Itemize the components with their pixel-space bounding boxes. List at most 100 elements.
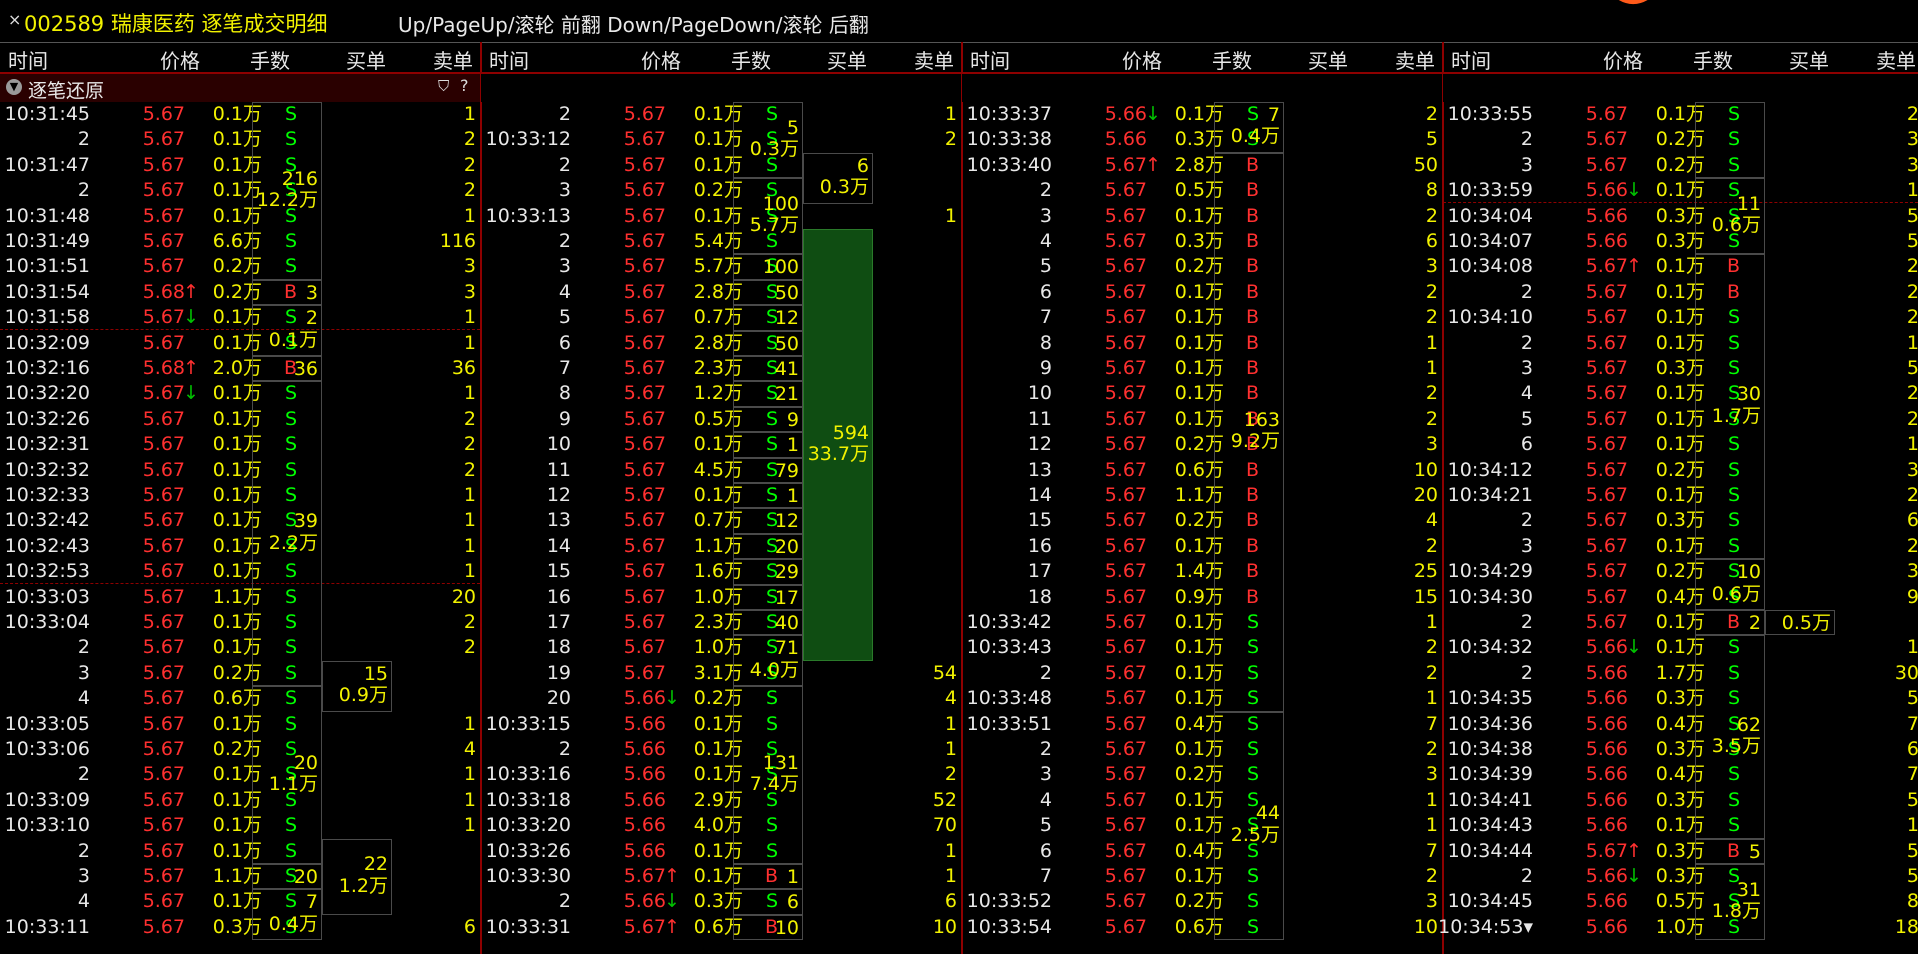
- table-row[interactable]: 10:32:32 5.67 0.1万 S 2: [0, 458, 480, 483]
- table-row[interactable]: 14 5.67 1.1万 B 20: [962, 483, 1442, 508]
- table-row[interactable]: 2 5.66 0.1万 S 1: [481, 737, 961, 762]
- table-row[interactable]: 7 5.67 0.1万 S 2: [962, 864, 1442, 889]
- table-row[interactable]: 10:33:20 5.66 4.0万 S 70: [481, 813, 961, 838]
- chevron-down-icon[interactable]: ▼: [6, 79, 22, 95]
- buy-order-group[interactable]: 40: [733, 610, 803, 636]
- buy-order-group[interactable]: 20 1.1万: [252, 686, 322, 864]
- table-row[interactable]: 10:34:35 5.66 0.3万 S 5: [1443, 686, 1918, 711]
- buy-order-group[interactable]: [1695, 102, 1765, 179]
- buy-order-group[interactable]: 10 0.6万: [1695, 559, 1765, 610]
- table-row[interactable]: 3 5.67 0.2万 S 3: [1443, 153, 1918, 178]
- table-row[interactable]: 2 5.67 0.1万 S 2: [0, 635, 480, 660]
- table-row[interactable]: 6 5.67 0.1万 B 2: [962, 280, 1442, 305]
- column-header-price[interactable]: 价格: [160, 45, 200, 74]
- column-header-time[interactable]: 时间: [1451, 45, 1491, 74]
- buy-order-group[interactable]: 2: [1695, 610, 1765, 636]
- table-row[interactable]: 10 5.67 0.1万 S: [481, 432, 961, 457]
- table-row[interactable]: 18 5.67 1.0万 S: [481, 635, 961, 660]
- buy-order-group[interactable]: 3: [252, 279, 322, 306]
- table-row[interactable]: 10:34:36 5.66 0.4万 S 7: [1443, 712, 1918, 737]
- buy-order-group[interactable]: 17: [733, 584, 803, 610]
- table-row[interactable]: 10:34:45 5.66 0.5万 S 8: [1443, 889, 1918, 914]
- close-icon[interactable]: ×: [8, 10, 21, 29]
- table-row[interactable]: 15 5.67 0.2万 B 4: [962, 508, 1442, 533]
- column-header-time[interactable]: 时间: [489, 45, 529, 74]
- table-row[interactable]: 17 5.67 2.3万 S: [481, 610, 961, 635]
- table-row[interactable]: 5 5.67 0.1万 S 2: [1443, 407, 1918, 432]
- table-row[interactable]: 12 5.67 0.2万 B 3: [962, 432, 1442, 457]
- table-row[interactable]: 10:33:11 5.67 0.3万 S 6: [0, 915, 480, 940]
- table-row[interactable]: 10:34:21 5.67 0.1万 S 2: [1443, 483, 1918, 508]
- table-row[interactable]: 3 5.67 0.2万 S: [481, 178, 961, 203]
- column-header-buy[interactable]: 买单: [1308, 45, 1348, 74]
- table-row[interactable]: 10:31:48 5.67 0.1万 S 1: [0, 204, 480, 229]
- table-row[interactable]: 10:31:45 5.67 0.1万 S 1: [0, 102, 480, 127]
- buy-order-group[interactable]: 62 3.5万: [1695, 635, 1765, 839]
- table-row[interactable]: 2 5.67 0.2万 S 3: [1443, 127, 1918, 152]
- table-row[interactable]: 4 5.67 0.6万 S: [0, 686, 480, 711]
- table-row[interactable]: 3 5.67 0.3万 S 5: [1443, 356, 1918, 381]
- table-row[interactable]: 2 5.67 5.4万 S: [481, 229, 961, 254]
- table-row[interactable]: 10:31:54 ↑ 5.68 0.2万 B 3: [0, 280, 480, 305]
- column-header-buy[interactable]: 买单: [1789, 45, 1829, 74]
- table-row[interactable]: 10:33:55 5.67 0.1万 S 2: [1443, 102, 1918, 127]
- table-row[interactable]: 9 5.67 0.5万 S: [481, 407, 961, 432]
- table-row[interactable]: 10:34:32 ↓ 5.66 0.1万 S 1: [1443, 635, 1918, 660]
- table-row[interactable]: 10:34:38 5.66 0.3万 S 6: [1443, 737, 1918, 762]
- buy-order-group[interactable]: 163 9.2万: [1214, 152, 1284, 712]
- table-row[interactable]: 10:33:06 5.67 0.2万 S 4: [0, 737, 480, 762]
- table-row[interactable]: 10:33:52 5.67 0.2万 S 3: [962, 889, 1442, 914]
- table-row[interactable]: 5 5.67 0.7万 S: [481, 305, 961, 330]
- table-row[interactable]: 10:33:16 5.66 0.1万 S 2: [481, 762, 961, 787]
- table-row[interactable]: 4 5.67 0.1万 S 1: [962, 788, 1442, 813]
- table-row[interactable]: 2 5.66 1.7万 S 30: [1443, 661, 1918, 686]
- table-row[interactable]: 18 5.67 0.9万 B 15: [962, 585, 1442, 610]
- buy-order-group[interactable]: 29: [733, 559, 803, 585]
- table-row[interactable]: 10:34:53▾ 5.66 1.0万 S 18: [1438, 915, 1918, 940]
- table-row[interactable]: 10:31:47 5.67 0.1万 S 2: [0, 153, 480, 178]
- column-header-time[interactable]: 时间: [8, 45, 48, 74]
- table-row[interactable]: 2 ↓ 5.66 0.3万 S 5: [1443, 864, 1918, 889]
- table-row[interactable]: 2 5.67 0.1万 S 1: [481, 102, 961, 127]
- buy-order-group[interactable]: 1: [733, 864, 803, 890]
- table-row[interactable]: 7 5.67 2.3万 S: [481, 356, 961, 381]
- table-row[interactable]: 2 5.67 0.1万 S: [481, 153, 961, 178]
- buy-order-group[interactable]: 50: [733, 330, 803, 356]
- sell-order-group[interactable]: 6 0.3万: [803, 152, 873, 204]
- table-row[interactable]: 2 5.67 0.1万 B: [1443, 610, 1918, 635]
- table-row[interactable]: 10:34:08 ↑ 5.67 0.1万 B 2: [1443, 254, 1918, 279]
- table-row[interactable]: 10:33:38 5.66 0.3万 S 5: [962, 127, 1442, 152]
- table-row[interactable]: 10:33:43 5.67 0.1万 S 2: [962, 635, 1442, 660]
- table-row[interactable]: 19 5.67 3.1万 S 54: [481, 661, 961, 686]
- table-row[interactable]: 15 5.67 1.6万 S: [481, 559, 961, 584]
- table-row[interactable]: 10:33:12 5.67 0.1万 S 2: [481, 127, 961, 152]
- table-row[interactable]: 10:34:39 5.66 0.4万 S 7: [1443, 762, 1918, 787]
- table-row[interactable]: 8 5.67 1.2万 S: [481, 381, 961, 406]
- table-row[interactable]: 10:33:18 5.66 2.9万 S 52: [481, 788, 961, 813]
- table-row[interactable]: 10:32:16 ↑ 5.68 2.0万 B 36: [0, 356, 480, 381]
- column-header-lots[interactable]: 手数: [250, 45, 290, 74]
- table-row[interactable]: 10:32:43 5.67 0.1万 S 1: [0, 534, 480, 559]
- table-row[interactable]: 5 5.67 0.2万 B 3: [962, 254, 1442, 279]
- buy-order-group[interactable]: 100 5.7万: [733, 178, 803, 255]
- column-header-sell[interactable]: 卖单: [433, 45, 473, 74]
- table-row[interactable]: 6 5.67 0.1万 S 1: [1443, 432, 1918, 457]
- table-row[interactable]: 2 5.67 0.1万 S: [0, 839, 480, 864]
- table-row[interactable]: 16 5.67 0.1万 B 2: [962, 534, 1442, 559]
- column-header-time[interactable]: 时间: [970, 45, 1010, 74]
- buy-order-group[interactable]: 71 4.0万: [733, 635, 803, 687]
- buy-order-group[interactable]: 21: [733, 381, 803, 407]
- buy-order-group[interactable]: 20: [733, 533, 803, 560]
- table-row[interactable]: 4 5.67 0.3万 B 6: [962, 229, 1442, 254]
- filter-icon[interactable]: ⛉: [438, 77, 449, 95]
- table-row[interactable]: 7 5.67 0.1万 B 2: [962, 305, 1442, 330]
- table-row[interactable]: 2 5.67 0.1万 S 1: [0, 762, 480, 787]
- table-row[interactable]: 11 5.67 4.5万 S: [481, 458, 961, 483]
- table-row[interactable]: 10:34:30 5.67 0.4万 S 9: [1443, 585, 1918, 610]
- table-row[interactable]: 16 5.67 1.0万 S: [481, 585, 961, 610]
- buy-order-group[interactable]: 30 1.7万: [1695, 254, 1765, 560]
- buy-order-group[interactable]: 1: [733, 483, 803, 509]
- table-row[interactable]: 10:33:30 ↑ 5.67 0.1万 B 1: [481, 864, 961, 889]
- table-row[interactable]: 13 5.67 0.6万 B 10: [962, 458, 1442, 483]
- buy-order-group[interactable]: 131 7.4万: [733, 686, 803, 864]
